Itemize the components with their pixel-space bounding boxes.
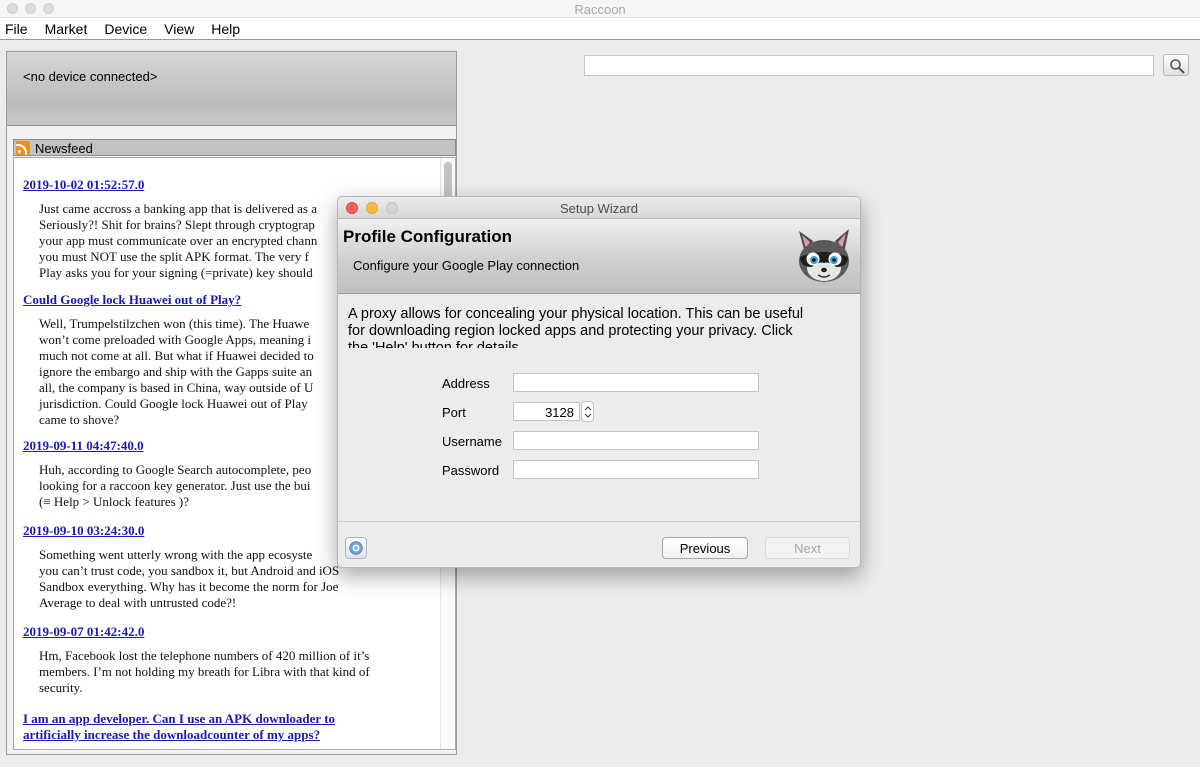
news-item-title-link[interactable]: artificially increase the downloadcounte… — [23, 727, 443, 743]
newsfeed-header: Newsfeed — [13, 139, 456, 156]
dialog-titlebar: Setup Wizard — [338, 197, 860, 219]
news-item-body: Hm, Facebook lost the telephone numbers … — [39, 648, 370, 695]
stepper-arrows-icon — [584, 406, 592, 418]
address-label: Address — [442, 376, 490, 391]
wizard-description: A proxy allows for concealing your physi… — [348, 306, 804, 348]
help-icon — [349, 541, 363, 555]
device-status-label: <no device connected> — [23, 69, 158, 84]
previous-button[interactable]: Previous — [662, 537, 748, 559]
window-titlebar: Raccoon — [0, 0, 1200, 18]
menu-help[interactable]: Help — [206, 18, 246, 39]
wizard-subheading: Configure your Google Play connection — [353, 258, 580, 273]
news-item-title-link[interactable]: I am an app developer. Can I use an APK … — [23, 711, 443, 727]
news-item-title-link[interactable]: 2019-09-07 01:42:42.0 — [23, 624, 443, 640]
search-icon — [1170, 59, 1185, 74]
password-label: Password — [442, 463, 500, 478]
menu-view[interactable]: View — [159, 18, 200, 39]
port-stepper[interactable] — [581, 401, 594, 422]
address-field[interactable] — [513, 373, 759, 392]
news-item: I am an app developer. Can I use an APK … — [23, 711, 443, 743]
search-button[interactable] — [1163, 54, 1189, 76]
menubar: File Market Device View Help — [0, 18, 1200, 40]
dialog-separator — [338, 521, 860, 522]
help-button[interactable] — [345, 537, 367, 559]
port-field[interactable]: 3128 — [513, 402, 580, 421]
port-label: Port — [442, 405, 466, 420]
username-label: Username — [442, 434, 502, 449]
search-input[interactable] — [584, 55, 1154, 76]
device-status-box: <no device connected> — [7, 52, 456, 126]
rss-icon — [16, 141, 30, 155]
setup-wizard-dialog: Setup Wizard Profile Configuration Confi… — [337, 196, 861, 568]
menu-file[interactable]: File — [0, 18, 34, 39]
menu-device[interactable]: Device — [99, 18, 153, 39]
newsfeed-label: Newsfeed — [35, 141, 93, 156]
dialog-header: Profile Configuration Configure your Goo… — [338, 220, 860, 294]
raccoon-logo-icon — [799, 229, 849, 282]
window-title: Raccoon — [574, 2, 626, 17]
wizard-heading: Profile Configuration — [343, 227, 513, 246]
next-button[interactable]: Next — [765, 537, 850, 559]
dialog-title: Setup Wizard — [559, 201, 639, 216]
username-field[interactable] — [513, 431, 759, 450]
password-field[interactable] — [513, 460, 759, 479]
news-item-title-link[interactable]: 2019-10-02 01:52:57.0 — [23, 177, 443, 193]
menu-market[interactable]: Market — [40, 18, 94, 39]
news-item: 2019-09-07 01:42:42.0 Hm, Facebook lost … — [23, 624, 443, 696]
